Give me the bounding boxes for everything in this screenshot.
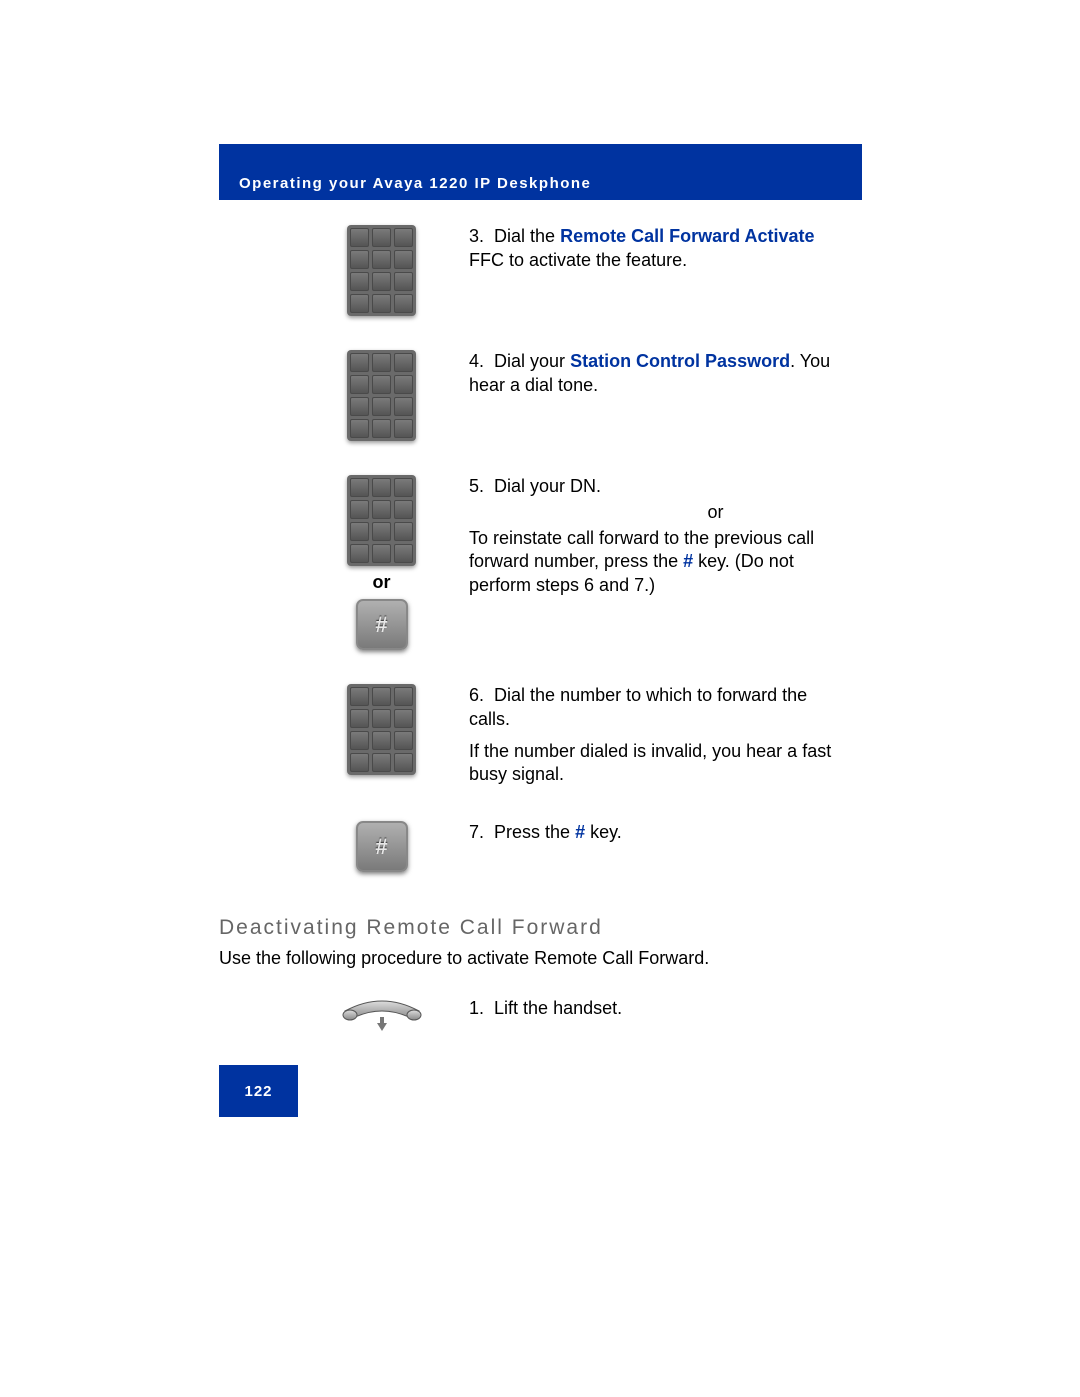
step-7: # 7. Press the # key. <box>219 821 862 872</box>
step-5-text: 5. Dial your DN. or To reinstate call fo… <box>469 475 862 598</box>
or-label: or <box>373 572 391 593</box>
lift-handset-icon <box>339 997 425 1035</box>
section-heading: Deactivating Remote Call Forward <box>219 916 862 940</box>
step-3: 3. Dial the Remote Call Forward Activate… <box>219 225 862 316</box>
step-6: 6. Dial the number to which to forward t… <box>219 684 862 787</box>
section2-step-1-text: 1. Lift the handset. <box>469 997 862 1021</box>
section-intro: Use the following procedure to activate … <box>219 948 862 969</box>
section2-step-1: 1. Lift the handset. <box>219 997 862 1035</box>
content-area: 3. Dial the Remote Call Forward Activate… <box>219 225 862 1069</box>
step-4: 4. Dial your Station Control Password. Y… <box>219 350 862 441</box>
footer-page-number: 122 <box>219 1065 298 1117</box>
header-bar: Operating your Avaya 1220 IP Deskphone <box>219 144 862 200</box>
step-5-icon-col: or # <box>219 475 469 650</box>
step-4-icon-col <box>219 350 469 441</box>
keypad-icon <box>347 684 416 775</box>
step-6-icon-col <box>219 684 469 775</box>
page: Operating your Avaya 1220 IP Deskphone 3… <box>0 0 1080 1397</box>
step-3-icon-col <box>219 225 469 316</box>
hash-key-icon: # <box>356 821 408 872</box>
header-title: Operating your Avaya 1220 IP Deskphone <box>239 175 591 192</box>
step-5: or # 5. Dial your DN. or To reinstate ca… <box>219 475 862 650</box>
keypad-icon <box>347 350 416 441</box>
step-5-or: or <box>579 501 852 525</box>
keypad-icon <box>347 225 416 316</box>
step-7-icon-col: # <box>219 821 469 872</box>
step-3-text: 3. Dial the Remote Call Forward Activate… <box>469 225 862 273</box>
step-6-text: 6. Dial the number to which to forward t… <box>469 684 862 787</box>
keypad-icon <box>347 475 416 566</box>
section2-step-1-icon-col <box>219 997 469 1035</box>
hash-key-icon: # <box>356 599 408 650</box>
step-4-text: 4. Dial your Station Control Password. Y… <box>469 350 862 398</box>
step-7-text: 7. Press the # key. <box>469 821 862 845</box>
